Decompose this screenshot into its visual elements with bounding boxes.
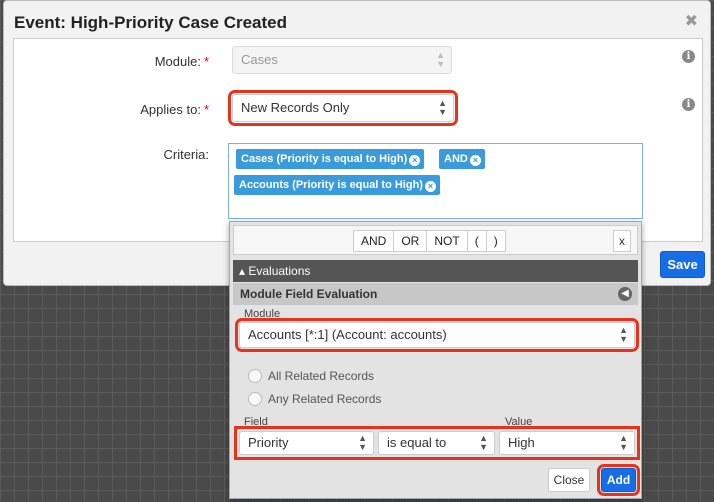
remove-icon[interactable]: × [409, 155, 421, 166]
radio-circle [248, 392, 262, 406]
close-icon[interactable]: ✖ [685, 11, 698, 31]
select-arrows-icon: ▲ ▼ [438, 98, 447, 117]
all-related-label: All Related Records [268, 369, 375, 383]
module-label: Module: [154, 54, 201, 69]
value-select-value: High [508, 435, 535, 450]
open-paren-button[interactable]: ( [468, 231, 487, 251]
close-toolbar-button[interactable]: x [613, 230, 631, 252]
operator-select[interactable]: is equal to ▲ ▼ [378, 431, 495, 455]
applies-label: Applies to: [140, 102, 201, 117]
required-mark: * [203, 102, 209, 117]
module-field-evaluation-header: Module Field Evaluation ◀ [233, 283, 638, 305]
select-arrows-icon: ▲ ▼ [479, 433, 488, 452]
select-arrows-icon: ▲ ▼ [436, 50, 445, 69]
criteria-editor-dropdown: AND OR NOT ( ) x ▴ Evaluations Module Fi… [229, 221, 642, 499]
criteria-label: Criteria: [163, 147, 209, 162]
criteria-pill-label: Cases (Priority is equal to High) [241, 153, 408, 165]
and-operator-button[interactable]: AND [354, 231, 395, 251]
back-icon[interactable]: ◀ [618, 287, 632, 301]
module-select-value: Cases [241, 52, 278, 67]
info-icon[interactable]: i [682, 98, 695, 111]
evaluations-header[interactable]: ▴ Evaluations [233, 260, 638, 282]
applies-to-select[interactable]: New Records Only ▲ ▼ [228, 90, 458, 126]
modal-title: Event: High-Priority Case Created [14, 13, 288, 32]
applies-label-row: Applies to: * [140, 102, 209, 117]
any-related-radio[interactable]: Any Related Records [248, 392, 381, 406]
field-select[interactable]: Priority ▲ ▼ [239, 431, 374, 455]
remove-icon[interactable]: × [469, 155, 481, 166]
select-arrows-icon: ▲ ▼ [619, 325, 628, 344]
criteria-pill-label: AND [444, 153, 468, 165]
module-field-value: Accounts [*:1] (Account: accounts) [248, 327, 447, 342]
value-label: Value [505, 416, 533, 428]
all-related-radio[interactable]: All Related Records [248, 369, 374, 383]
criteria-pill[interactable]: Accounts (Priority is equal to High) × [234, 175, 440, 195]
remove-icon[interactable]: × [424, 181, 436, 192]
close-button[interactable]: Close [548, 468, 590, 492]
field-label: Field [244, 416, 268, 428]
criteria-pill-label: Accounts (Priority is equal to High) [239, 179, 423, 191]
criteria-pill[interactable]: Cases (Priority is equal to High) × [236, 149, 425, 169]
criteria-builder[interactable]: Cases (Priority is equal to High) × AND × … [228, 143, 643, 219]
value-select[interactable]: High ▲ ▼ [499, 431, 635, 455]
operator-toolbar: AND OR NOT ( ) x [233, 225, 638, 255]
info-icon[interactable]: i [682, 50, 695, 63]
select-arrows-icon: ▲ ▼ [619, 433, 628, 452]
or-operator-button[interactable]: OR [394, 231, 428, 251]
close-paren-button[interactable]: ) [487, 231, 505, 251]
required-mark: * [203, 54, 209, 69]
any-related-label: Any Related Records [268, 392, 382, 406]
module-field-label: Module [244, 308, 281, 320]
radio-circle [248, 369, 262, 383]
operator-select-value: is equal to [387, 435, 447, 450]
operator-group: AND OR NOT ( ) [353, 230, 506, 252]
module-field-select[interactable]: Accounts [*:1] (Account: accounts) ▲ ▼ [235, 318, 639, 352]
applies-select-value: New Records Only [241, 100, 350, 115]
criteria-pill[interactable]: AND × [439, 149, 485, 169]
select-arrows-icon: ▲ ▼ [358, 433, 367, 452]
module-label-row: Module: * [155, 54, 209, 69]
save-button[interactable]: Save [660, 251, 705, 278]
add-button[interactable]: Add [597, 464, 640, 496]
module-select[interactable]: Cases ▲ ▼ [232, 46, 452, 74]
not-operator-button[interactable]: NOT [427, 231, 468, 251]
section-title: Module Field Evaluation [240, 287, 378, 301]
field-select-value: Priority [248, 435, 289, 450]
